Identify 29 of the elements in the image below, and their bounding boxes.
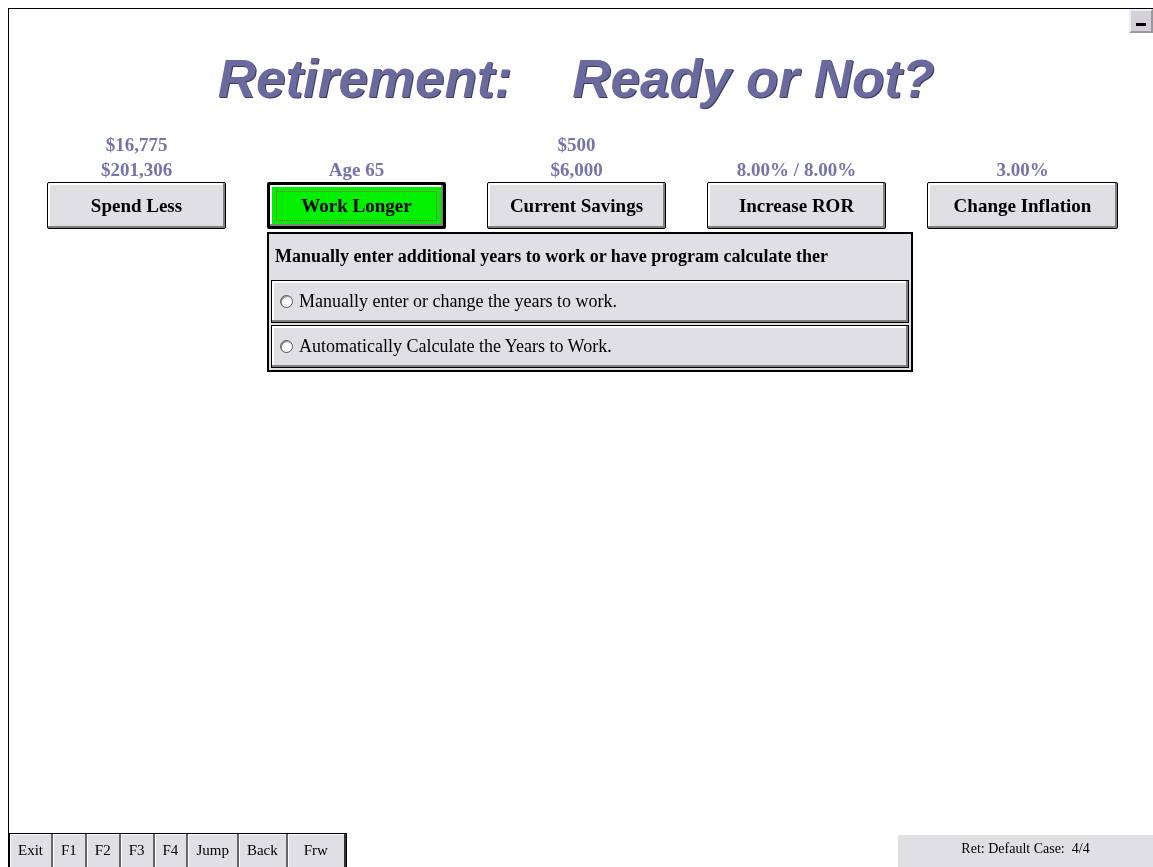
toolbar-button[interactable]: F4: [154, 834, 189, 867]
value-text: 8.00% / 8.00%: [736, 158, 857, 182]
toolbar-button[interactable]: Jump: [188, 834, 239, 867]
minimize-button[interactable]: [1129, 9, 1153, 33]
toolbar-button[interactable]: F1: [53, 834, 87, 867]
page-title: Ready or Not?: [572, 51, 935, 107]
value-text: Age 65: [328, 158, 385, 182]
value-text: $16,775: [105, 133, 168, 157]
radio-option[interactable]: Manually enter or change the years to work.: [271, 280, 909, 323]
radio-button[interactable]: [280, 340, 293, 353]
panel-heading: Manually enter additional years to work or have program calculate ther: [274, 245, 829, 268]
radio-option[interactable]: Automatically Calculate the Years to Work.: [271, 325, 909, 368]
option-button[interactable]: Work Longer: [267, 182, 446, 229]
option-button[interactable]: Spend Less: [47, 182, 226, 229]
page-title: Retirement:: [217, 51, 513, 107]
option-button[interactable]: Change Inflation: [927, 182, 1118, 229]
value-text: $201,306: [100, 158, 173, 182]
toolbar-button[interactable]: Frw: [287, 834, 346, 867]
option-button[interactable]: Current Savings: [487, 182, 666, 229]
toolbar-button[interactable]: Back: [238, 834, 288, 867]
value-text: 3.00%: [996, 158, 1049, 182]
option-button[interactable]: Increase ROR: [707, 182, 886, 229]
value-text: $6,000: [550, 158, 603, 182]
toolbar-button[interactable]: F2: [86, 834, 121, 867]
toolbar-button[interactable]: F3: [120, 834, 155, 867]
value-text: $500: [557, 133, 596, 157]
radio-button[interactable]: [280, 295, 293, 308]
toolbar-button[interactable]: Exit: [10, 834, 53, 867]
status-bar: Ret: Default Case: 4/4: [897, 834, 1153, 867]
